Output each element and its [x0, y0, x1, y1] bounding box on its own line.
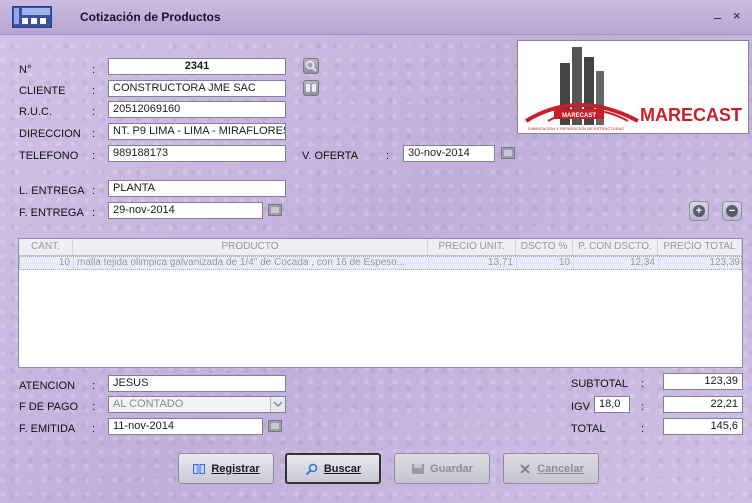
atencion-label: ATENCION [19, 380, 76, 392]
colon: : [92, 185, 96, 197]
oferta-date-field[interactable]: 30-nov-2014 [403, 145, 495, 162]
table-row[interactable]: 10 malla tejida olimpica galvanizada de … [19, 256, 742, 270]
logo-text: MARECAST [640, 105, 742, 125]
window-title: Cotización de Productos [80, 10, 221, 24]
add-row-button[interactable]: + [689, 201, 709, 221]
colon: : [92, 106, 96, 118]
registrar-label: Registrar [211, 462, 260, 475]
colon: : [92, 85, 96, 97]
cell-dscto: 10 [517, 257, 574, 269]
search-icon[interactable] [303, 58, 319, 74]
total-label: TOTAL [571, 423, 606, 435]
total-field[interactable]: 145,6 [663, 418, 743, 435]
oferta-label: V. OFERTA [302, 150, 359, 162]
colon: : [386, 150, 390, 162]
emitida-label: F. EMITIDA [19, 423, 76, 435]
minimize-button[interactable]: – [714, 10, 721, 25]
cancelar-button[interactable]: Cancelar [503, 453, 599, 484]
cell-precio-unit: 13,71 [429, 257, 517, 269]
igv-field[interactable]: 22,21 [663, 396, 743, 413]
colon: : [92, 207, 96, 219]
calendar-icon[interactable] [268, 420, 282, 432]
registrar-button[interactable]: Registrar [178, 453, 274, 484]
colon: : [92, 380, 96, 392]
telefono-label: TELEFONO [19, 150, 79, 162]
colon: : [92, 64, 96, 76]
logo-tagline: FABRICACION Y REPARACION DE ESTRUCTURAS [528, 126, 624, 131]
colon: : [92, 401, 96, 413]
table-header: CANT. PRODUCTO PRECIO UNIT. DSCTO % P. C… [19, 239, 742, 256]
title-bar: Cotización de Productos – × [0, 0, 752, 35]
direccion-field[interactable]: NT. P9 LIMA - LIMA - MIRAFLORES [108, 123, 286, 140]
minus-icon: − [726, 205, 738, 217]
ruc-label: R.U.C. [19, 106, 52, 118]
cliente-label: CLIENTE [19, 85, 66, 97]
cancelar-label: Cancelar [537, 462, 584, 475]
column-header[interactable]: CANT. [19, 239, 73, 255]
igv-rate-field[interactable]: 18,0 [594, 396, 630, 413]
calculator-icon [12, 6, 52, 28]
search-icon [305, 463, 318, 475]
guardar-button[interactable]: Guardar [394, 453, 490, 484]
atencion-field[interactable]: JESUS [108, 375, 286, 392]
colon: : [92, 128, 96, 140]
column-header[interactable]: PRECIO TOTAL [658, 239, 742, 255]
direccion-label: DIRECCION [19, 128, 81, 140]
book-icon [193, 463, 206, 474]
products-table[interactable]: CANT. PRODUCTO PRECIO UNIT. DSCTO % P. C… [18, 238, 743, 368]
plus-icon: + [693, 205, 705, 217]
binoculars-icon[interactable] [303, 80, 319, 96]
cell-producto: malla tejida olimpica galvanizada de 1/4… [74, 257, 429, 269]
buscar-label: Buscar [323, 462, 362, 475]
lugar-entrega-label: L. ENTREGA [19, 185, 85, 197]
guardar-label: Guardar [430, 462, 473, 475]
calendar-icon[interactable] [268, 204, 282, 216]
fecha-entrega-field[interactable]: 29-nov-2014 [108, 202, 263, 219]
logo-inner-text: MARECAST [562, 113, 596, 119]
close-button[interactable]: × [733, 8, 741, 23]
colon: : [92, 150, 96, 162]
buscar-button[interactable]: Buscar [285, 453, 381, 484]
subtotal-label: SUBTOTAL [571, 378, 629, 390]
cell-precio-total: 123,39 [709, 257, 740, 268]
subtotal-field[interactable]: 123,39 [663, 373, 743, 390]
column-header[interactable]: DSCTO % [516, 239, 573, 255]
save-icon [412, 463, 425, 474]
column-header[interactable]: P. CON DSCTO. [573, 239, 658, 255]
chevron-down-icon[interactable] [270, 397, 285, 412]
igv-label: IGV [571, 401, 590, 413]
calendar-icon[interactable] [501, 147, 515, 159]
column-header[interactable]: PRECIO UNIT. [428, 239, 516, 255]
cell-cantidad: 10 [20, 257, 74, 269]
pago-select[interactable]: AL CONTADO [108, 396, 286, 413]
numero-field[interactable]: 2341 [108, 58, 286, 75]
ruc-field[interactable]: 20512069160 [108, 101, 286, 118]
colon: : [641, 401, 645, 413]
cell-p-con-dscto: 12,34 [574, 257, 659, 269]
colon: : [641, 423, 645, 435]
colon: : [92, 423, 96, 435]
colon: : [641, 378, 645, 390]
lugar-entrega-field[interactable]: PLANTA [108, 180, 286, 197]
cliente-field[interactable]: CONSTRUCTORA JME SAC [108, 80, 286, 97]
telefono-field[interactable]: 989188173 [108, 145, 286, 162]
fecha-entrega-label: F. ENTREGA [19, 207, 84, 219]
cancel-icon [520, 463, 531, 474]
company-logo: MARECAST MARECAST FABRICACION Y REPARACI… [517, 40, 749, 134]
emitida-field[interactable]: 11-nov-2014 [108, 418, 263, 435]
pago-label: F DE PAGO [19, 401, 79, 413]
column-header[interactable]: PRODUCTO [73, 239, 428, 255]
remove-row-button[interactable]: − [722, 201, 742, 221]
numero-label: N° [19, 64, 32, 76]
